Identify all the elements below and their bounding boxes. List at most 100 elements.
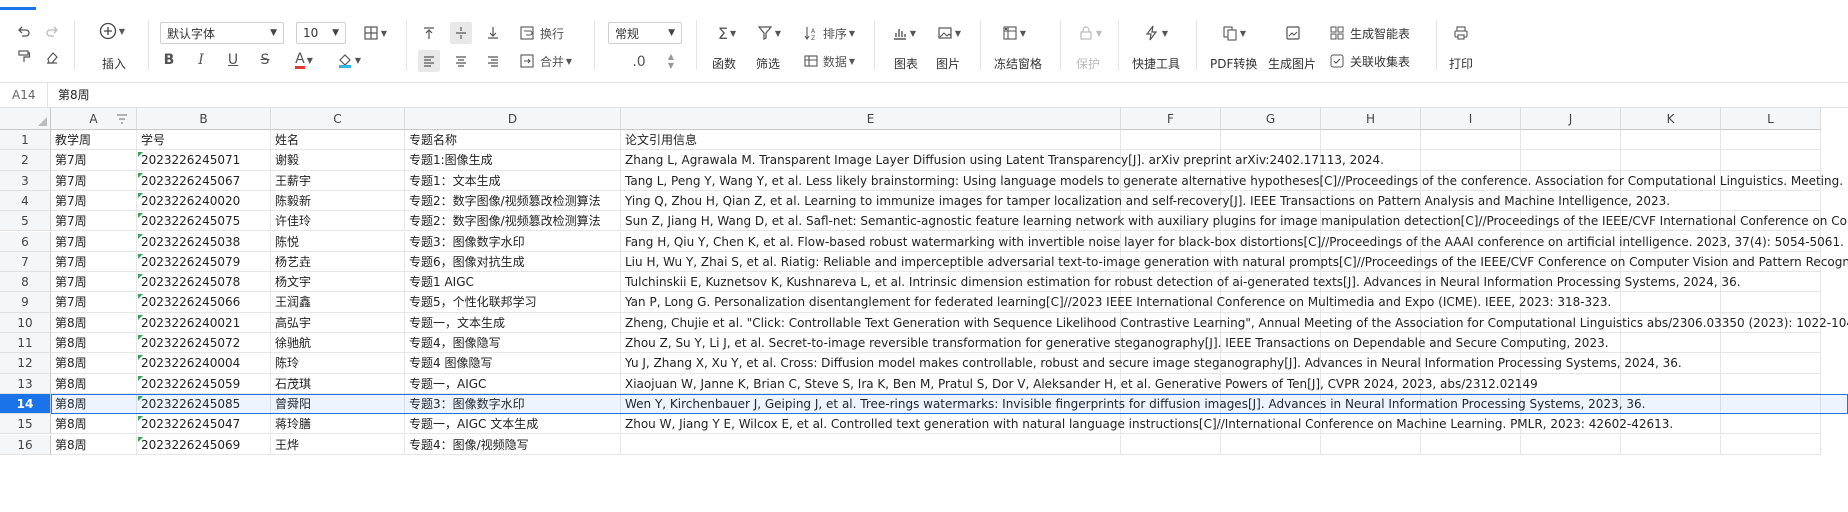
link-collect-button[interactable]: 关联收集表 — [1330, 50, 1424, 72]
cell-a[interactable]: 第8周 — [51, 393, 137, 415]
cell-d[interactable]: 专题4，图像隐写 — [405, 333, 621, 354]
format-painter-icon[interactable] — [14, 47, 34, 67]
cell-c[interactable]: 高弘宇 — [271, 312, 405, 333]
cell-e[interactable]: Yan P, Long G. Personalization disentang… — [621, 292, 1611, 313]
cell-a[interactable]: 第8周 — [51, 333, 137, 354]
cell-e[interactable]: 论文引用信息 — [621, 130, 1121, 151]
row-header[interactable]: 15 — [0, 414, 51, 435]
cell-c[interactable]: 谢毅 — [271, 150, 405, 171]
cell-c[interactable]: 陈毅新 — [271, 190, 405, 212]
empty-cell[interactable] — [1621, 373, 1721, 394]
cell-b[interactable]: 2023226240020 — [137, 190, 271, 212]
empty-cell[interactable] — [1521, 434, 1621, 455]
cell-b[interactable]: 2023226245079 — [137, 251, 271, 273]
strikethrough-icon[interactable]: S — [256, 50, 274, 70]
chart-button[interactable]: ▼ — [888, 22, 920, 44]
cell-e[interactable]: Xiaojuan W, Janne K, Brian C, Steve S, I… — [621, 373, 1538, 394]
number-format-dropdown[interactable]: 常规 ▼ — [608, 22, 682, 44]
row-header[interactable]: 13 — [0, 373, 51, 394]
redo-icon[interactable] — [42, 22, 62, 42]
row-header[interactable]: 14 — [0, 393, 51, 415]
pdf-convert-button[interactable]: ▼ — [1218, 22, 1250, 44]
cell-d[interactable]: 专题一，文本生成 — [405, 312, 621, 333]
row-header[interactable]: 8 — [0, 272, 51, 293]
cell-a[interactable]: 第8周 — [51, 434, 137, 455]
row-header[interactable]: 2 — [0, 150, 51, 171]
cell-e[interactable]: Sun Z, Jiang H, Wang D, et al. Safl-net:… — [621, 211, 1847, 232]
align-middle-icon[interactable] — [450, 22, 472, 44]
cell-e[interactable]: Zhang L, Agrawala M. Transparent Image L… — [621, 150, 1384, 171]
cell-a[interactable]: 第7周 — [51, 150, 137, 171]
align-top-icon[interactable] — [418, 22, 440, 44]
row-header[interactable]: 1 — [0, 130, 51, 151]
cell-b[interactable]: 2023226245078 — [137, 272, 271, 293]
column-header-g[interactable]: G — [1221, 108, 1321, 130]
undo-icon[interactable] — [14, 22, 34, 42]
cell-b[interactable]: 2023226240021 — [137, 312, 271, 333]
italic-icon[interactable]: I — [192, 50, 210, 70]
cell-b[interactable]: 2023226245067 — [137, 170, 271, 191]
row-header[interactable]: 9 — [0, 292, 51, 313]
cell-a[interactable]: 第8周 — [51, 353, 137, 374]
cell-e[interactable]: Liu H, Wu Y, Zhai S, et al. Riatig: Reli… — [621, 251, 1848, 273]
cell-b[interactable]: 2023226245072 — [137, 333, 271, 354]
cell-d[interactable]: 专题2：数字图像/视频篡改检测算法 — [405, 190, 621, 212]
decimal-places-value[interactable]: .0 — [624, 52, 654, 72]
cell-e[interactable]: Fang H, Qiu Y, Chen K, et al. Flow-based… — [621, 231, 1844, 252]
empty-cell[interactable] — [1521, 130, 1621, 151]
column-header-c[interactable]: C — [271, 108, 405, 130]
column-header-j[interactable]: J — [1521, 108, 1621, 130]
cell-d[interactable]: 专题3：图像数字水印 — [405, 231, 621, 252]
cell-b[interactable]: 2023226245047 — [137, 414, 271, 435]
protect-button[interactable]: ▼ — [1074, 22, 1106, 44]
column-header-l[interactable]: L — [1721, 108, 1821, 130]
fill-color-button[interactable]: ▼ — [332, 50, 366, 70]
cell-b[interactable]: 2023226245085 — [137, 393, 271, 415]
cell-c[interactable]: 王烨 — [271, 434, 405, 455]
row-header[interactable]: 12 — [0, 353, 51, 374]
column-header-b[interactable]: B — [137, 108, 271, 130]
sort-button[interactable]: AZ 排序 ▼ — [798, 22, 860, 44]
row-header[interactable]: 5 — [0, 211, 51, 232]
cell-a[interactable]: 第7周 — [51, 272, 137, 293]
cell-e[interactable]: Yu J, Zhang X, Xu Y, et al. Cross: Diffu… — [621, 353, 1682, 374]
font-size-dropdown[interactable]: 10 ▼ — [296, 22, 346, 44]
cell-c[interactable]: 陈玲 — [271, 353, 405, 374]
cell-c[interactable]: 徐驰航 — [271, 333, 405, 354]
bold-icon[interactable]: B — [160, 50, 178, 70]
column-header-e[interactable]: E — [621, 108, 1121, 130]
align-left-icon[interactable] — [418, 50, 440, 72]
empty-cell[interactable] — [1221, 434, 1321, 455]
cell-d[interactable]: 专题一，AIGC — [405, 373, 621, 394]
empty-cell[interactable] — [1321, 130, 1421, 151]
empty-cell[interactable] — [1721, 393, 1821, 415]
insert-button[interactable]: ▼ — [94, 20, 130, 42]
column-header-i[interactable]: I — [1421, 108, 1521, 130]
merge-cells-button[interactable]: 合并 ▼ — [512, 50, 580, 72]
freeze-panes-button[interactable]: ▼ — [998, 22, 1030, 44]
cell-a[interactable]: 第8周 — [51, 414, 137, 435]
cell-a[interactable]: 第7周 — [51, 231, 137, 252]
cell-c[interactable]: 许佳玲 — [271, 211, 405, 232]
font-name-dropdown[interactable]: 默认字体 ▼ — [160, 22, 284, 44]
cell-a[interactable]: 第7周 — [51, 170, 137, 191]
empty-cell[interactable] — [1421, 434, 1521, 455]
empty-cell[interactable] — [1721, 414, 1821, 435]
align-right-icon[interactable] — [482, 50, 504, 72]
empty-cell[interactable] — [1221, 130, 1321, 151]
empty-cell[interactable] — [1621, 434, 1721, 455]
cell-d[interactable]: 专题3：图像数字水印 — [405, 393, 621, 415]
empty-cell[interactable] — [1421, 130, 1521, 151]
column-header-k[interactable]: K — [1621, 108, 1721, 130]
empty-cell[interactable] — [1721, 353, 1821, 374]
empty-cell[interactable] — [1121, 130, 1221, 151]
column-header-d[interactable]: D — [405, 108, 621, 130]
cell-d[interactable]: 专题2：数字图像/视频篡改检测算法 — [405, 211, 621, 232]
empty-cell[interactable] — [1621, 130, 1721, 151]
empty-cell[interactable] — [1721, 190, 1821, 212]
wrap-text-button[interactable]: 换行 — [512, 22, 572, 44]
empty-cell[interactable] — [1721, 373, 1821, 394]
cell-reference-box[interactable]: A14 — [0, 83, 48, 107]
cell-c[interactable]: 杨艺垚 — [271, 251, 405, 273]
font-color-button[interactable]: A ▼ — [288, 50, 320, 70]
